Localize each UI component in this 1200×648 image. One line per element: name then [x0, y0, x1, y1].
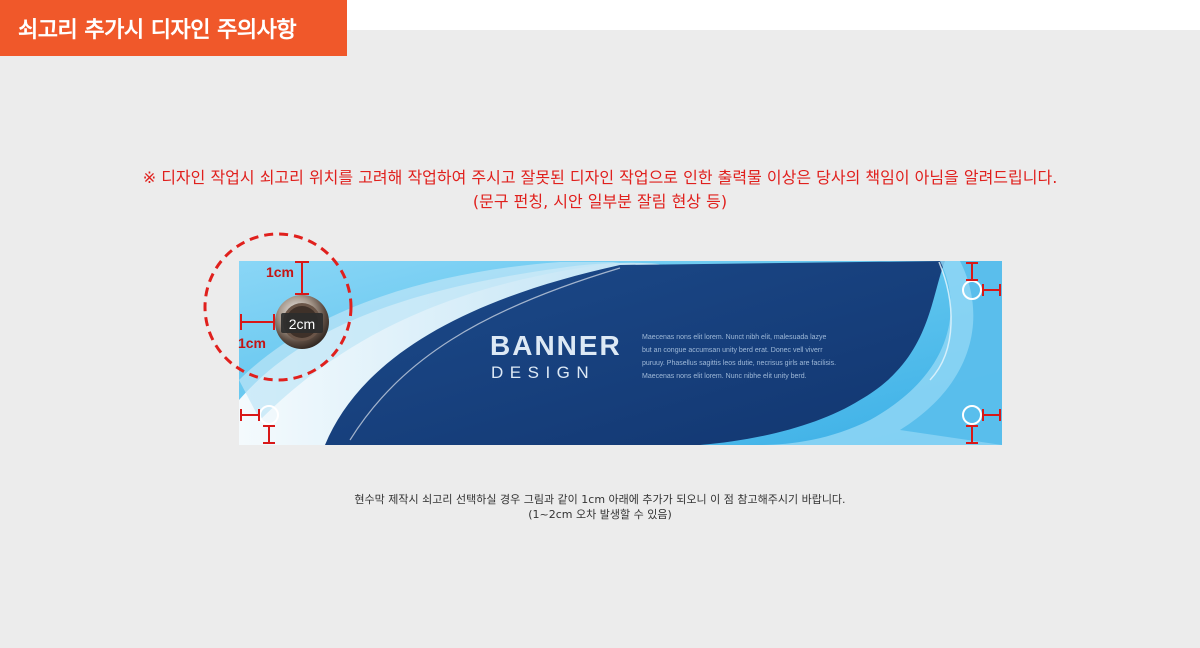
top-offset-label: 1cm — [266, 264, 294, 280]
bottom-note: 현수막 제작시 쇠고리 선택하실 경우 그림과 같이 1cm 아래에 추가가 되… — [0, 492, 1200, 522]
banner-svg: BANNER DESIGN Maecenas nons elit lorem. … — [203, 232, 1002, 445]
bottom-note-line-1: 현수막 제작시 쇠고리 선택하실 경우 그림과 같이 1cm 아래에 추가가 되… — [354, 493, 846, 506]
banner-body-line: but an congue accumsan unity berd erat. … — [642, 347, 823, 354]
banner-headline: BANNER — [490, 330, 622, 361]
banner-body-line: Maecenas nons elit lorem. Nunc nibhe eli… — [642, 373, 807, 380]
grommet-size-label: 2cm — [289, 316, 315, 332]
banner-subheadline: DESIGN — [491, 363, 595, 382]
banner-body-line: puruuy. Phasellus sagittis leos dutie, n… — [642, 360, 836, 367]
banner-illustration: BANNER DESIGN Maecenas nons elit lorem. … — [0, 0, 1200, 648]
left-offset-label: 1cm — [238, 335, 266, 351]
banner-body-line: Maecenas nons elit lorem. Nunct nibh eli… — [642, 334, 827, 341]
bottom-note-line-2: (1~2cm 오차 발생할 수 있음) — [528, 508, 672, 521]
